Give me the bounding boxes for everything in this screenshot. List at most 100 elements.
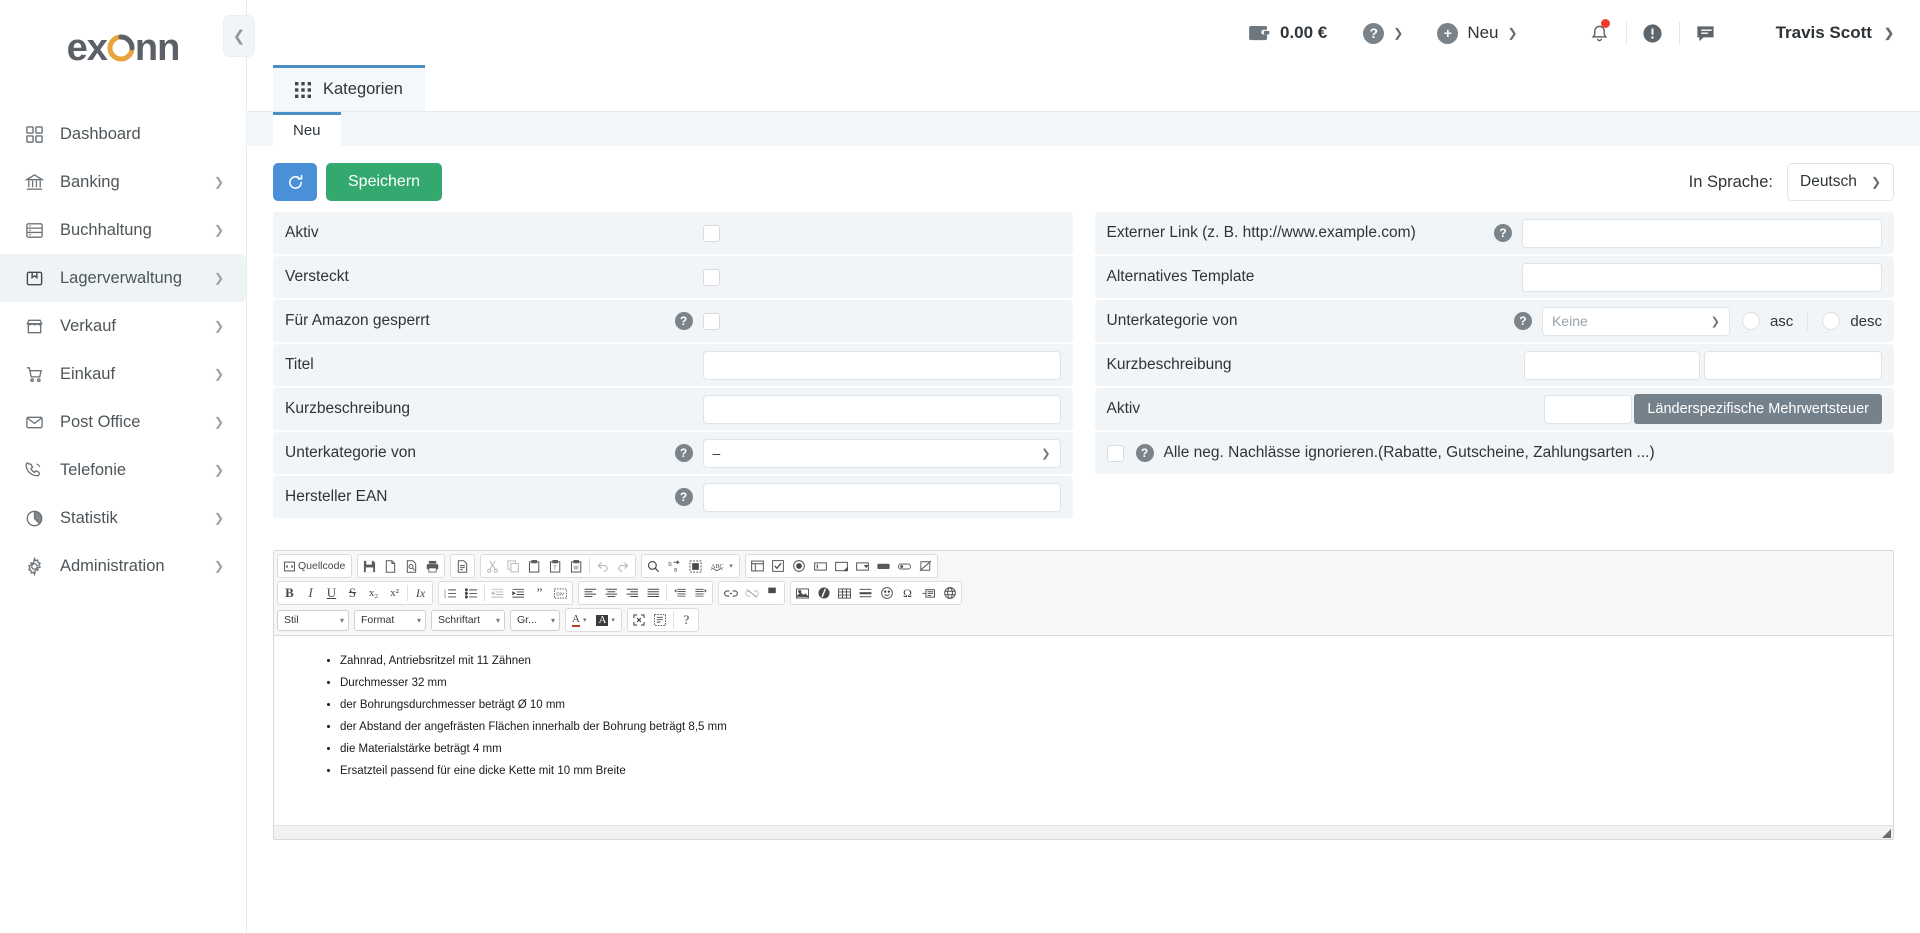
underline-icon[interactable]: U <box>321 583 342 603</box>
versteckt-checkbox[interactable] <box>702 268 720 286</box>
outdent-icon[interactable] <box>487 583 508 603</box>
image-icon[interactable] <box>792 583 813 603</box>
sub-tab-neu[interactable]: Neu <box>273 112 341 146</box>
align-right-icon[interactable] <box>622 583 643 603</box>
rtl-icon[interactable] <box>690 583 711 603</box>
notifications-button[interactable] <box>1574 13 1626 53</box>
alerts-button[interactable] <box>1627 13 1679 53</box>
help-icon[interactable]: ? <box>674 444 693 462</box>
subscript-icon[interactable]: x₂ <box>363 583 384 603</box>
iframe-icon[interactable] <box>939 583 960 603</box>
format-combo[interactable]: Format ▾ <box>354 609 426 631</box>
bold-icon[interactable]: B <box>279 583 300 603</box>
text-color-icon[interactable]: A ▾ <box>567 610 591 630</box>
help-icon[interactable]: ? <box>1135 444 1154 462</box>
help-icon[interactable]: ? <box>674 488 693 506</box>
print-icon[interactable] <box>422 556 443 576</box>
sidebar-item-dashboard[interactable]: Dashboard <box>0 110 246 158</box>
about-icon[interactable]: ? <box>676 610 697 630</box>
numbered-list-icon[interactable]: 123 <box>440 583 461 603</box>
text-field-icon[interactable] <box>810 556 831 576</box>
show-blocks-icon[interactable] <box>650 610 671 630</box>
superscript-icon[interactable]: x² <box>384 583 405 603</box>
horizontal-rule-icon[interactable] <box>855 583 876 603</box>
radio-icon[interactable] <box>789 556 810 576</box>
cut-icon[interactable] <box>482 556 503 576</box>
bulleted-list-icon[interactable] <box>461 583 482 603</box>
aktiv-checkbox[interactable] <box>702 224 720 242</box>
help-menu-button[interactable]: ? ❯ <box>1363 22 1403 44</box>
refresh-button[interactable] <box>273 163 317 201</box>
flash-icon[interactable] <box>813 583 834 603</box>
undo-icon[interactable] <box>592 556 613 576</box>
laenderspezifische-mwst-button[interactable]: Länderspezifische Mehrwertsteuer <box>1634 394 1882 424</box>
ltr-icon[interactable] <box>669 583 690 603</box>
find-icon[interactable] <box>643 556 664 576</box>
messages-button[interactable] <box>1680 13 1732 53</box>
help-icon[interactable]: ? <box>1513 312 1532 330</box>
select-all-icon[interactable] <box>685 556 706 576</box>
new-page-icon[interactable] <box>380 556 401 576</box>
hersteller-ean-input[interactable] <box>702 482 1061 512</box>
sidebar-item-verkauf[interactable]: Verkauf ❯ <box>0 302 246 350</box>
sort-desc-radio[interactable] <box>1822 312 1841 330</box>
maximize-icon[interactable] <box>629 610 650 630</box>
image-button-icon[interactable] <box>894 556 915 576</box>
copy-icon[interactable] <box>503 556 524 576</box>
sidebar-item-lagerverwaltung[interactable]: Lagerverwaltung ❯ <box>0 254 246 302</box>
aktiv-right-input[interactable] <box>1544 394 1633 424</box>
kurzbeschreibung-input-a[interactable] <box>1524 350 1700 380</box>
sidebar-item-telefonie[interactable]: Telefonie ❯ <box>0 446 246 494</box>
logo[interactable]: ex nn <box>0 0 246 96</box>
sidebar-item-einkauf[interactable]: Einkauf ❯ <box>0 350 246 398</box>
templates-icon[interactable] <box>452 556 473 576</box>
link-icon[interactable] <box>720 583 741 603</box>
background-color-icon[interactable]: A ▾ <box>591 610 619 630</box>
unterkategorie-select-left[interactable]: – ❯ <box>702 438 1061 468</box>
font-combo[interactable]: Schriftart ▾ <box>431 609 505 631</box>
table-icon[interactable] <box>834 583 855 603</box>
hidden-field-icon[interactable] <box>915 556 936 576</box>
align-center-icon[interactable] <box>601 583 622 603</box>
paste-word-icon[interactable]: W <box>566 556 587 576</box>
textarea-icon[interactable] <box>831 556 852 576</box>
replace-icon[interactable]: ba <box>664 556 685 576</box>
font-size-combo[interactable]: Gr... ▾ <box>510 609 560 631</box>
page-break-icon[interactable] <box>918 583 939 603</box>
externer-link-input[interactable] <box>1522 218 1882 248</box>
select-field-icon[interactable] <box>852 556 873 576</box>
wallet-balance[interactable]: 0.00 € <box>1249 23 1327 43</box>
source-button[interactable]: Quellcode <box>279 556 350 576</box>
user-menu-button[interactable]: Travis Scott ❯ <box>1776 23 1894 43</box>
save-icon[interactable] <box>359 556 380 576</box>
save-button[interactable]: Speichern <box>326 163 443 201</box>
checkbox-icon[interactable] <box>768 556 789 576</box>
negative-discounts-checkbox[interactable] <box>1106 444 1124 462</box>
blockquote-icon[interactable]: ” <box>529 583 550 603</box>
new-menu-button[interactable]: + Neu ❯ <box>1437 22 1518 44</box>
paste-icon[interactable] <box>524 556 545 576</box>
remove-format-icon[interactable]: Ix <box>410 583 431 603</box>
kurzbeschreibung-input-b[interactable] <box>1704 350 1882 380</box>
special-char-icon[interactable]: Ω <box>897 583 918 603</box>
sidebar-collapse-button[interactable]: ❮ <box>223 15 255 57</box>
paste-text-icon[interactable]: T <box>545 556 566 576</box>
sidebar-item-administration[interactable]: Administration ❯ <box>0 542 246 590</box>
anchor-icon[interactable] <box>762 583 783 603</box>
spellcheck-icon[interactable]: ABC ▾ <box>706 556 738 576</box>
language-dropdown[interactable]: Deutsch ❯ <box>1787 163 1894 201</box>
sidebar-item-buchhaltung[interactable]: Buchhaltung ❯ <box>0 206 246 254</box>
tab-kategorien[interactable]: Kategorien <box>273 65 425 111</box>
indent-icon[interactable] <box>508 583 529 603</box>
sidebar-item-statistik[interactable]: Statistik ❯ <box>0 494 246 542</box>
form-icon[interactable] <box>747 556 768 576</box>
resize-grip-icon[interactable] <box>1882 829 1891 838</box>
help-icon[interactable]: ? <box>674 312 693 330</box>
strike-icon[interactable]: S <box>342 583 363 603</box>
editor-content-area[interactable]: Zahnrad, Antriebsritzel mit 11 Zähnen Du… <box>274 636 1893 825</box>
titel-input[interactable] <box>702 350 1061 380</box>
alternatives-template-input[interactable] <box>1522 262 1882 292</box>
smiley-icon[interactable] <box>876 583 897 603</box>
unlink-icon[interactable] <box>741 583 762 603</box>
kurzbeschreibung-input[interactable] <box>702 394 1061 424</box>
